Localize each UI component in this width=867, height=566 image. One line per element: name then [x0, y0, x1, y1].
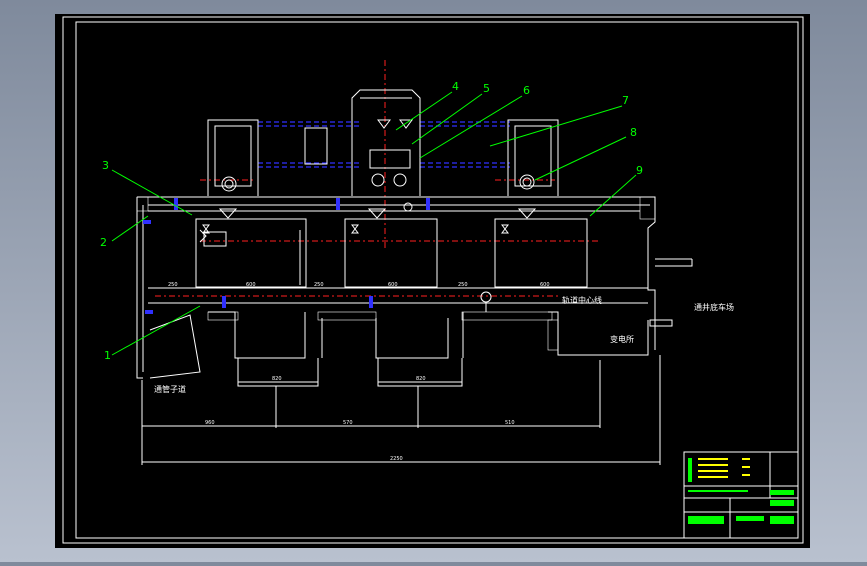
label-shaft-center: 轨道中心线	[562, 295, 602, 305]
dim-w2: 820	[416, 376, 426, 382]
callout-2: 2	[100, 236, 107, 249]
dim-total: 2250	[390, 456, 403, 462]
dim-s6: 600	[540, 282, 550, 288]
callout-1: 1	[104, 349, 111, 362]
label-substation: 变电所	[610, 334, 634, 344]
callout-5: 5	[483, 82, 490, 95]
callout-4: 4	[452, 80, 459, 93]
dim-s1: 250	[168, 282, 178, 288]
cad-drawing: 1 2 3 4 5 6 7 8 9 轨道中心线 通井底车场 变电所 通管子道 2…	[55, 14, 810, 548]
dim-s2: 250	[314, 282, 324, 288]
dim-d2: 570	[343, 420, 353, 426]
dim-d3: 510	[505, 420, 515, 426]
drawing-sheet	[55, 14, 810, 548]
callout-3: 3	[102, 159, 109, 172]
label-tunnel-right: 通井底车场	[694, 302, 734, 312]
callout-7: 7	[622, 94, 629, 107]
dim-d1: 960	[205, 420, 215, 426]
dim-s3: 250	[458, 282, 468, 288]
cad-viewport: 1 2 3 4 5 6 7 8 9 轨道中心线 通井底车场 变电所 通管子道 2…	[0, 0, 867, 562]
callout-6: 6	[523, 84, 530, 97]
label-passage-left: 通管子道	[154, 384, 186, 394]
dim-s4: 600	[246, 282, 256, 288]
callout-8: 8	[630, 126, 637, 139]
callout-9: 9	[636, 164, 643, 177]
dim-w1: 820	[272, 376, 282, 382]
dim-s5: 600	[388, 282, 398, 288]
